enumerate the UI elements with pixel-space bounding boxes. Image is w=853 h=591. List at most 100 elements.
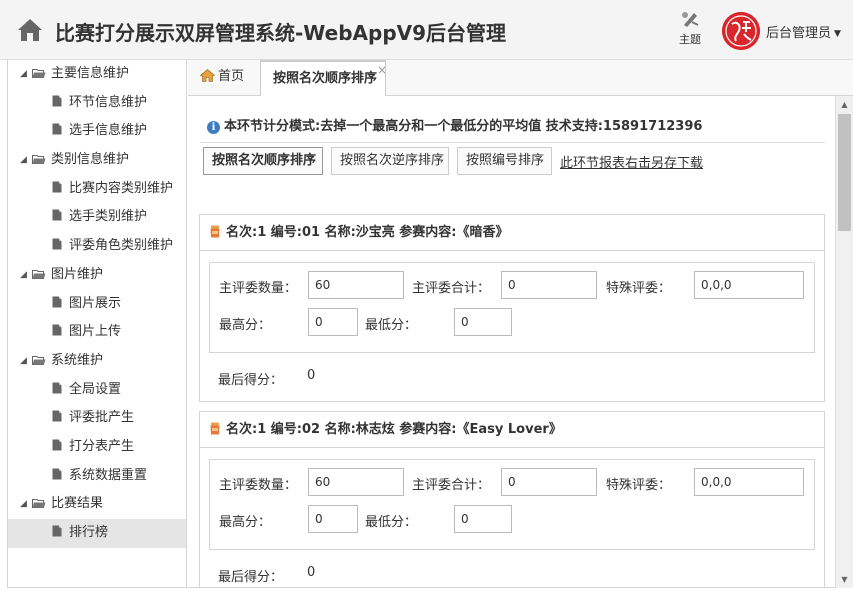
sidebar-group-label: 比赛结果 — [51, 496, 104, 512]
min-score-label: 最低分： — [365, 318, 418, 333]
sidebar-item-label: 比赛内容类别维护 — [69, 180, 174, 196]
divider — [200, 142, 825, 143]
file-icon — [52, 439, 62, 451]
main-judge-total-input[interactable] — [501, 468, 597, 496]
sidebar-item[interactable]: 评委角色类别维护 — [8, 232, 186, 261]
home-icon[interactable] — [17, 18, 43, 42]
sidebar-group[interactable]: ◢ 比赛结果 — [8, 490, 186, 519]
tab-bar: 首页 按照名次顺序排序 × — [188, 60, 853, 97]
user-name: 后台管理员 — [766, 26, 832, 41]
special-judge-label: 特殊评委： — [606, 478, 672, 493]
sidebar-item-label: 环节信息维护 — [69, 94, 148, 110]
special-judge-label: 特殊评委： — [606, 281, 672, 296]
min-score-input[interactable] — [454, 308, 512, 336]
expand-arrow-icon[interactable]: ◢ — [20, 60, 32, 89]
sidebar-item[interactable]: 评委批产生 — [8, 404, 186, 433]
info-icon: i — [207, 121, 220, 134]
final-score-label: 最后得分： — [218, 570, 284, 585]
sidebar-item-label: 评委角色类别维护 — [69, 238, 174, 254]
final-score-value: 0 — [307, 565, 316, 580]
expand-arrow-icon[interactable]: ◢ — [20, 490, 32, 519]
palette-icon — [682, 12, 699, 27]
close-icon[interactable]: × — [377, 53, 387, 87]
main-judge-total-input[interactable] — [501, 271, 597, 299]
main-judge-count-label: 主评委数量： — [219, 281, 298, 296]
trophy-icon — [210, 422, 220, 435]
tab-ranking[interactable]: 按照名次顺序排序 × — [260, 60, 387, 97]
file-icon — [52, 209, 62, 221]
contestant-header: 名次:1 编号:02 名称:林志炫 参赛内容:《Easy Lover》 — [200, 412, 824, 448]
sidebar-group-label: 类别信息维护 — [51, 152, 130, 168]
contestant-title: 名次:1 编号:01 名称:沙宝亮 参赛内容:《暗香》 — [226, 225, 509, 240]
score-fields: 主评委数量： 主评委合计： 特殊评委： 最高分： 最低分： — [209, 459, 815, 550]
sidebar-item-label: 选手信息维护 — [69, 123, 148, 139]
main-judge-count-input[interactable] — [308, 468, 404, 496]
tab-ranking-label: 按照名次顺序排序 — [273, 71, 378, 86]
sidebar-item-label: 评委批产生 — [69, 410, 135, 426]
folder-open-icon — [32, 355, 46, 365]
sidebar-item[interactable]: 打分表产生 — [8, 433, 186, 462]
sidebar-item[interactable]: 比赛内容类别维护 — [8, 175, 186, 204]
sidebar-item[interactable]: 排行榜 — [8, 519, 186, 548]
sort-by-rank-asc-button[interactable]: 按照名次顺序排序 — [203, 147, 323, 175]
sidebar-item[interactable]: 图片展示 — [8, 290, 186, 319]
sidebar-item-label: 图片上传 — [69, 324, 122, 340]
scroll-down-icon[interactable]: ▼ — [836, 571, 853, 588]
expand-arrow-icon[interactable]: ◢ — [20, 261, 32, 290]
chevron-down-icon: ▼ — [834, 29, 841, 39]
file-icon — [52, 525, 62, 537]
contestant-title: 名次:1 编号:02 名称:林志炫 参赛内容:《Easy Lover》 — [226, 422, 562, 437]
scrollbar-thumb[interactable] — [838, 114, 851, 231]
sidebar-group[interactable]: ◢ 主要信息维护 — [8, 60, 186, 89]
max-score-input[interactable] — [308, 308, 358, 336]
final-score-value: 0 — [307, 368, 316, 383]
notice-text: 本环节计分模式:去掉一个最高分和一个最低分的平均值 技术支持:158917123… — [224, 119, 703, 134]
file-icon — [52, 123, 62, 135]
file-icon — [52, 324, 62, 336]
theme-button[interactable]: 主题 — [675, 10, 705, 50]
home-tab-icon — [199, 69, 216, 82]
final-score-label: 最后得分： — [218, 373, 284, 388]
content-scrollbar[interactable]: ▲ ▼ — [835, 96, 853, 588]
sidebar-group[interactable]: ◢ 类别信息维护 — [8, 146, 186, 175]
sidebar-item-label: 排行榜 — [69, 525, 109, 540]
sidebar-item-label: 选手类别维护 — [69, 209, 148, 225]
expand-arrow-icon[interactable]: ◢ — [20, 347, 32, 376]
sidebar-group[interactable]: ◢ 图片维护 — [8, 261, 186, 290]
sort-by-number-button[interactable]: 按照编号排序 — [457, 147, 552, 175]
sidebar-item[interactable]: 环节信息维护 — [8, 89, 186, 118]
avatar[interactable] — [722, 12, 760, 50]
sidebar-item[interactable]: 图片上传 — [8, 318, 186, 347]
sidebar-item[interactable]: 全局设置 — [8, 376, 186, 405]
scroll-up-icon[interactable]: ▲ — [836, 96, 853, 113]
sidebar-group-label: 系统维护 — [51, 352, 104, 368]
app-title: 比赛打分展示双屏管理系统-WebAppV9后台管理 — [55, 21, 507, 45]
sidebar-item[interactable]: 选手类别维护 — [8, 203, 186, 232]
file-icon — [52, 181, 62, 193]
folder-open-icon — [32, 155, 46, 165]
user-menu[interactable]: 后台管理员 ▼ — [766, 22, 841, 41]
special-judge-input[interactable] — [694, 271, 804, 299]
main-judge-count-input[interactable] — [308, 271, 404, 299]
main-judge-total-label: 主评委合计： — [412, 281, 491, 296]
sidebar-item-label: 打分表产生 — [69, 438, 135, 454]
folder-open-icon — [32, 69, 46, 78]
sidebar-group[interactable]: ◢ 系统维护 — [8, 347, 186, 376]
trophy-icon — [210, 225, 220, 238]
report-download-link[interactable]: 此环节报表右击另存下载 — [560, 152, 703, 171]
sidebar-item-label: 图片展示 — [69, 295, 122, 311]
tab-home-label: 首页 — [218, 69, 245, 84]
sort-by-rank-desc-button[interactable]: 按照名次逆序排序 — [331, 147, 449, 175]
max-score-input[interactable] — [308, 505, 358, 533]
special-judge-input[interactable] — [694, 468, 804, 496]
tab-home[interactable]: 首页 — [188, 60, 260, 96]
sidebar-tree: ◢ 主要信息维护环节信息维护 选手信息维护 ◢ 类别信息维护比赛内容类别维护 选手类别维护… — [8, 60, 186, 548]
logo-icon — [722, 12, 760, 50]
sidebar-item-label: 系统数据重置 — [69, 467, 148, 483]
sidebar-item-label: 全局设置 — [69, 381, 122, 397]
min-score-input[interactable] — [454, 505, 512, 533]
expand-arrow-icon[interactable]: ◢ — [20, 146, 32, 175]
sidebar-item[interactable]: 选手信息维护 — [8, 117, 186, 146]
sidebar-item[interactable]: 系统数据重置 — [8, 462, 186, 491]
file-icon — [52, 296, 62, 307]
